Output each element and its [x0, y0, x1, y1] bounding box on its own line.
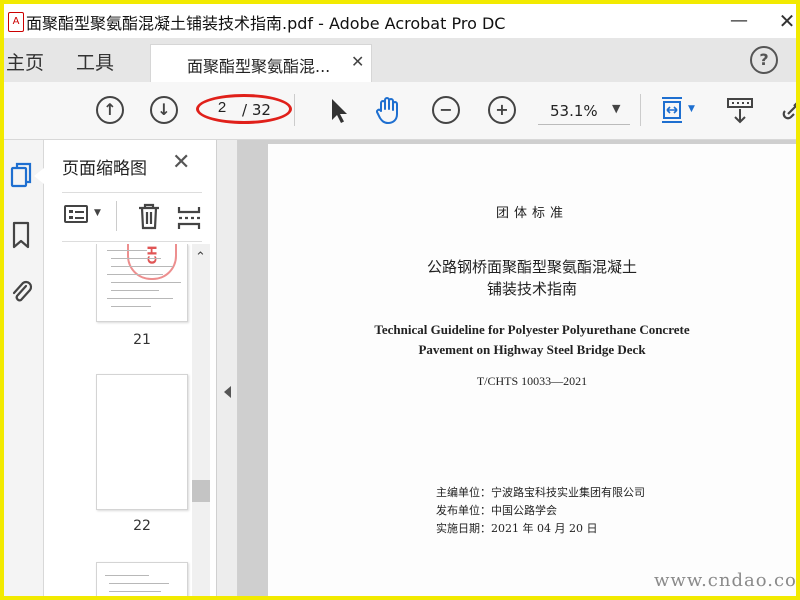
hand-tool-icon[interactable]: [372, 94, 404, 126]
bookmark-icon[interactable]: [8, 220, 34, 250]
active-panel-indicator: [34, 168, 44, 184]
toolbar: ↑ ↓ / 32 − + 53.1% ▼ ▼: [4, 82, 800, 140]
document-view[interactable]: 团体标准 公路钢桥面聚酯型聚氨酯混凝土 铺装技术指南 Technical Gui…: [238, 140, 796, 596]
panel-toolbar: ▼: [62, 192, 202, 242]
options-list-icon[interactable]: [64, 205, 88, 223]
standard-code: T/CHTS 10033—2021: [476, 374, 588, 388]
help-icon[interactable]: ?: [750, 46, 778, 74]
editor-unit: 主编单位：宁波路宝科技实业集团有限公司: [436, 486, 645, 499]
pdf-page: 团体标准 公路钢桥面聚酯型聚氨酯混凝土 铺装技术指南 Technical Gui…: [268, 144, 796, 596]
page-thumbnails-panel: 页面缩略图 ✕ ▼ CH 21 22 ⌃: [44, 140, 216, 596]
scrollbar-thumb[interactable]: [192, 480, 210, 502]
title-en-line-1: Technical Guideline for Polyester Polyur…: [374, 322, 690, 337]
extract-pages-icon[interactable]: [176, 203, 202, 233]
collapse-panel-strip[interactable]: [216, 140, 238, 596]
scroll-up-icon[interactable]: ⌃: [195, 250, 206, 265]
thumbnail-page-23[interactable]: [96, 562, 188, 596]
attachment-icon[interactable]: [8, 276, 34, 306]
title-cn-line-1: 公路钢桥面聚酯型聚氨酯混凝土: [426, 258, 637, 276]
scroll-mode-icon[interactable]: [724, 94, 756, 126]
thumbnail-list: CH 21 22: [44, 244, 212, 596]
navigation-rail: [4, 140, 44, 596]
thumbnail-label-22: 22: [133, 518, 151, 534]
zoom-value: 53.1%: [550, 102, 598, 120]
thumb-text-line: [111, 306, 151, 307]
title-bar: A 面聚酯型聚氨酯混凝土铺装技术指南.pdf - Adobe Acrobat P…: [4, 4, 796, 38]
effective-date: 实施日期：2021 年 04 月 20 日: [436, 522, 598, 535]
thumbnail-label-21: 21: [133, 332, 151, 348]
thumb-text-line: [107, 298, 173, 299]
toolbar-divider: [640, 94, 641, 126]
chevron-down-icon: ▼: [612, 102, 621, 115]
fit-options-caret[interactable]: ▼: [688, 104, 695, 114]
zoom-in-button[interactable]: +: [488, 96, 516, 124]
previous-page-button[interactable]: ↑: [96, 96, 124, 124]
thumb-text-line: [109, 583, 169, 584]
thumb-text-line: [111, 282, 181, 283]
link-icon[interactable]: [778, 94, 800, 126]
zoom-out-button[interactable]: −: [432, 96, 460, 124]
tab-tools[interactable]: 工具: [76, 48, 114, 75]
thumb-text-line: [111, 290, 159, 291]
standard-category: 团体标准: [495, 206, 568, 221]
close-panel-button[interactable]: ✕: [172, 150, 190, 175]
panel-title: 页面缩略图: [62, 159, 147, 179]
stamp-seal-text: CH: [145, 245, 160, 265]
toolbar-divider: [294, 94, 295, 126]
thumb-text-line: [109, 591, 161, 592]
thumbnail-scrollbar[interactable]: ⌃: [192, 244, 210, 596]
document-tab-label: 面聚酯型聚氨酯混...: [187, 57, 331, 76]
panel-toolbar-divider: [116, 201, 117, 231]
chevron-down-icon[interactable]: ▼: [94, 208, 101, 218]
next-page-button[interactable]: ↓: [150, 96, 178, 124]
fit-page-icon[interactable]: [656, 94, 688, 126]
title-en-line-2: Pavement on Highway Steel Bridge Deck: [418, 342, 646, 357]
minimize-button[interactable]: —: [716, 6, 762, 36]
site-watermark: www.cndao.com: [654, 570, 800, 591]
thumb-text-line: [107, 250, 147, 251]
window-title: 面聚酯型聚氨酯混凝土铺装技术指南.pdf - Adobe Acrobat Pro…: [26, 14, 506, 33]
close-tab-button[interactable]: ✕: [351, 52, 364, 71]
thumb-text-line: [111, 266, 173, 267]
tab-home[interactable]: 主页: [6, 48, 44, 75]
select-arrow-icon[interactable]: [322, 94, 354, 126]
publisher-unit: 发布单位：中国公路学会: [436, 504, 557, 517]
title-cn-line-2: 铺装技术指南: [486, 280, 577, 298]
thumb-text-line: [111, 258, 161, 259]
close-window-button[interactable]: ✕: [764, 6, 800, 36]
trash-icon[interactable]: [136, 201, 162, 231]
thumbnail-page-22[interactable]: [96, 374, 188, 510]
tab-document[interactable]: 面聚酯型聚氨酯混... ✕: [150, 44, 372, 82]
collapse-arrow-icon[interactable]: [224, 386, 231, 398]
thumb-text-line: [107, 274, 163, 275]
acrobat-logo-icon: A: [8, 12, 24, 32]
zoom-level-dropdown[interactable]: 53.1% ▼: [538, 98, 630, 125]
thumbnail-page-21[interactable]: CH: [96, 244, 188, 322]
red-highlight-ellipse: [196, 94, 292, 124]
thumb-text-line: [105, 575, 149, 576]
page-thumbnails-icon[interactable]: [8, 160, 34, 190]
tab-bar: 主页 工具 面聚酯型聚氨酯混... ✕ ?: [4, 38, 796, 82]
